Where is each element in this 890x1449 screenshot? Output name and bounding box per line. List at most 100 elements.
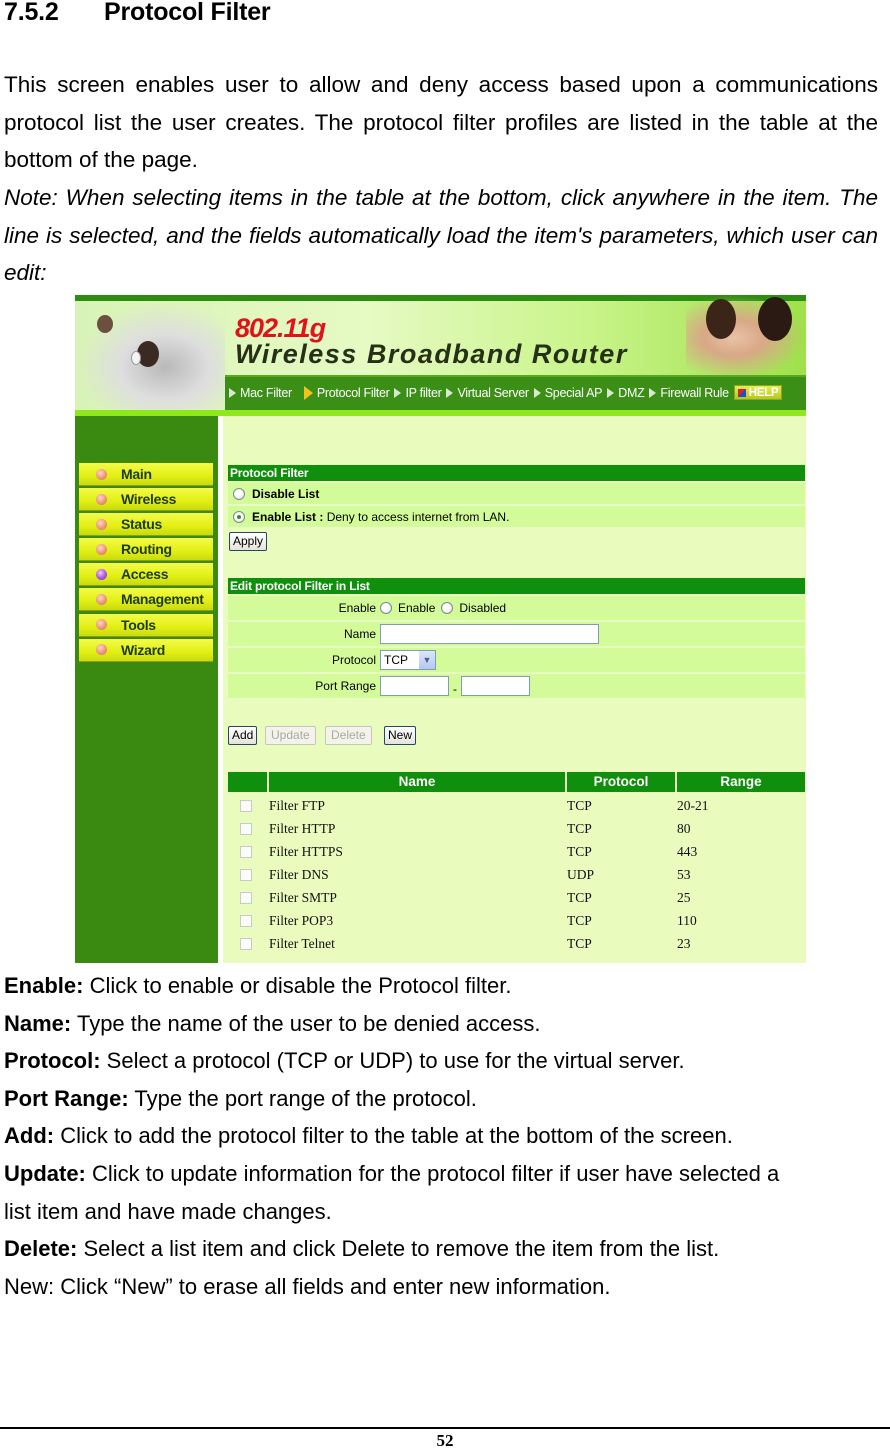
row-protocol: TCP <box>567 843 592 859</box>
nav-item-dmz[interactable]: DMZ <box>607 385 645 400</box>
triangle-right-icon <box>394 387 402 398</box>
row-range: 53 <box>677 866 691 882</box>
disable-list-radio[interactable] <box>233 487 245 500</box>
name-input[interactable] <box>380 624 599 644</box>
row-protocol: TCP <box>567 936 592 952</box>
row-name: Filter HTTPS <box>269 843 343 859</box>
nav-item-firewall-rule[interactable]: Firewall Rule <box>649 386 729 400</box>
disabled-option-label: Disabled <box>459 601 507 615</box>
banner: 802.11g Wireless Broadband Router Mac Fi… <box>75 295 806 416</box>
sidebar-item-main[interactable]: Main <box>79 463 213 486</box>
person-head-icon <box>97 315 113 333</box>
enable-list-row[interactable]: Enable List : Deny to access internet fr… <box>228 506 805 528</box>
description-text: Click to enable or disable the Protocol … <box>83 973 512 998</box>
table-row[interactable]: Filter SMTP TCP 25 <box>228 886 805 909</box>
protocol-filter-header: Protocol Filter <box>228 465 805 481</box>
triangle-right-icon <box>649 387 657 398</box>
nav-item-label: Virtual Server <box>457 385 529 400</box>
help-label: HELP <box>748 386 779 399</box>
disabled-radio[interactable] <box>441 602 454 614</box>
nav-item-label: DMZ <box>618 385 645 400</box>
row-range: 80 <box>677 820 691 836</box>
description-text: Click to add the protocol filter to the … <box>54 1123 733 1149</box>
row-range: 443 <box>677 843 698 859</box>
port-from-input[interactable] <box>380 676 449 696</box>
sidebar-item-tools[interactable]: Tools <box>79 613 213 637</box>
table-row[interactable]: Filter FTP TCP 20-21 <box>228 794 805 817</box>
enable-radio[interactable] <box>380 602 392 614</box>
bullet-icon <box>96 493 107 505</box>
banner-photo-right <box>686 295 806 380</box>
table-row[interactable]: Filter Telnet TCP 23 <box>228 933 805 956</box>
table-row[interactable]: Filter POP3 TCP 110 <box>228 910 805 933</box>
description-line: Enable: Click to enable or disable the P… <box>4 967 511 1005</box>
table-row[interactable]: Filter HTTPS TCP 443 <box>228 840 805 863</box>
nav-item-virtual-server[interactable]: Virtual Server <box>446 385 529 400</box>
enable-list-radio[interactable] <box>233 510 245 523</box>
row-checkbox[interactable] <box>240 868 252 881</box>
bullet-icon <box>96 644 107 656</box>
sidebar-item-wireless[interactable]: Wireless <box>79 488 213 512</box>
nav-item-ip-filter[interactable]: IP filter <box>394 386 442 400</box>
description-line: Delete: Select a list item and click Del… <box>4 1230 719 1268</box>
new-button[interactable]: New <box>384 726 417 745</box>
description-text: Type the name of the user to be denied a… <box>71 1010 541 1036</box>
sidebar-item-label: Status <box>121 516 162 533</box>
sidebar-item-label: Wizard <box>121 641 165 658</box>
row-checkbox[interactable] <box>240 822 252 835</box>
delete-button[interactable]: Delete <box>325 726 372 745</box>
nav-item-label: Mac Filter <box>240 385 292 400</box>
nav-item-special-ap[interactable]: Special AP <box>533 386 603 400</box>
apply-button[interactable]: Apply <box>229 532 268 551</box>
update-button[interactable]: Update <box>265 726 316 745</box>
bullet-icon <box>96 468 107 480</box>
sidebar-item-label: Main <box>121 466 152 482</box>
row-protocol: TCP <box>567 820 592 836</box>
triangle-right-icon <box>303 385 313 400</box>
protocol-select[interactable]: TCP ▼ <box>380 650 436 670</box>
main-content: Protocol Filter Disable List Enable List… <box>223 416 806 963</box>
sidebar-item-label: Access <box>121 566 169 583</box>
bullet-icon <box>96 593 107 605</box>
table-row[interactable]: Filter HTTP TCP 80 <box>228 817 805 840</box>
description-line: Add: Click to add the protocol filter to… <box>4 1117 733 1155</box>
sidebar-item-routing[interactable]: Routing <box>79 538 213 562</box>
sidebar-item-access[interactable]: Access <box>79 563 213 587</box>
enable-list-description: Deny to access internet from LAN. <box>326 509 510 524</box>
description-line: New: Click “New” to erase all fields and… <box>4 1268 610 1306</box>
sidebar-item-status[interactable]: Status <box>79 513 213 537</box>
sidebar-item-label: Wireless <box>121 491 177 508</box>
help-button[interactable]: HELP <box>733 385 783 400</box>
row-checkbox[interactable] <box>240 938 252 951</box>
intro-paragraph: This screen enables user to allow and de… <box>4 72 878 172</box>
sidebar-item-management[interactable]: Management <box>79 588 213 612</box>
protocol-column-header: Protocol <box>567 772 675 792</box>
row-range: 25 <box>677 889 691 905</box>
row-checkbox[interactable] <box>240 799 252 812</box>
enable-row: Enable Enable Disabled <box>228 596 805 621</box>
row-protocol: UDP <box>567 866 595 882</box>
sidebar-item-wizard[interactable]: Wizard <box>79 638 213 662</box>
row-range: 20-21 <box>677 797 709 813</box>
description-line: Port Range: Type the port range of the p… <box>4 1080 477 1118</box>
top-nav: Mac Filter Protocol Filter IP filter Virtua… <box>225 375 806 410</box>
port-range-separator: - <box>453 682 457 696</box>
row-name: Filter Telnet <box>269 936 335 952</box>
chevron-down-icon: ▼ <box>419 651 435 669</box>
bullet-icon <box>96 568 107 580</box>
table-row[interactable]: Filter DNS UDP 53 <box>228 863 805 886</box>
disable-list-row[interactable]: Disable List <box>228 483 805 505</box>
description-key: Delete: <box>4 1236 78 1262</box>
row-checkbox[interactable] <box>240 915 252 927</box>
nav-item-mac-filter[interactable]: Mac Filter <box>229 386 292 400</box>
port-to-input[interactable] <box>461 676 530 696</box>
add-button[interactable]: Add <box>228 726 258 745</box>
nav-item-protocol-filter[interactable]: Protocol Filter <box>303 385 390 400</box>
row-checkbox[interactable] <box>240 891 252 904</box>
row-checkbox[interactable] <box>240 845 252 858</box>
section-title: Protocol Filter <box>104 0 271 26</box>
description-line: Protocol: Select a protocol (TCP or UDP)… <box>4 1042 685 1080</box>
protocol-select-value: TCP <box>384 653 408 667</box>
select-column-header <box>228 772 267 792</box>
disable-list-label: Disable List <box>252 486 320 501</box>
